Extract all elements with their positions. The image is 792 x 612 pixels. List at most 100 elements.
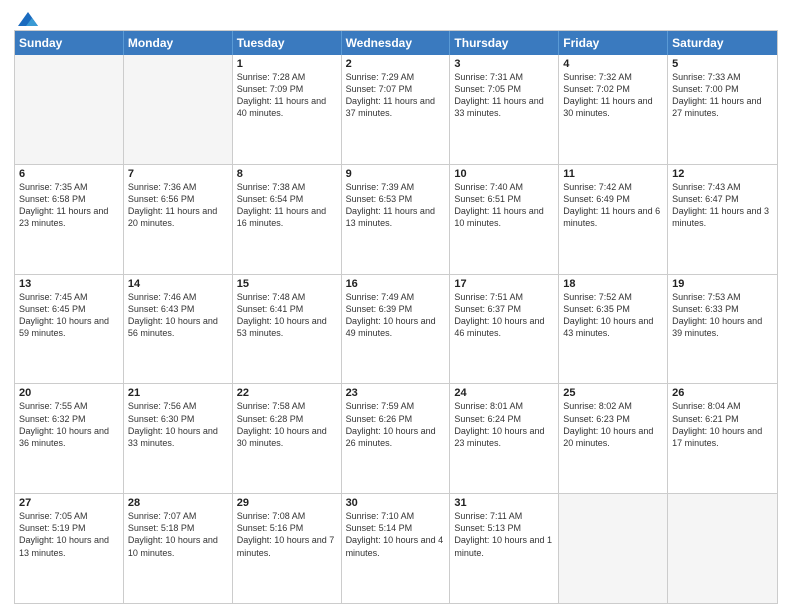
day-cell: 2Sunrise: 7:29 AM Sunset: 7:07 PM Daylig… (342, 55, 451, 164)
day-number: 13 (19, 278, 119, 290)
day-cell: 10Sunrise: 7:40 AM Sunset: 6:51 PM Dayli… (450, 165, 559, 274)
day-cell: 17Sunrise: 7:51 AM Sunset: 6:37 PM Dayli… (450, 275, 559, 384)
day-info: Sunrise: 7:49 AM Sunset: 6:39 PM Dayligh… (346, 291, 446, 340)
day-cell: 18Sunrise: 7:52 AM Sunset: 6:35 PM Dayli… (559, 275, 668, 384)
day-info: Sunrise: 7:07 AM Sunset: 5:18 PM Dayligh… (128, 510, 228, 559)
day-info: Sunrise: 7:33 AM Sunset: 7:00 PM Dayligh… (672, 71, 773, 120)
day-info: Sunrise: 7:32 AM Sunset: 7:02 PM Dayligh… (563, 71, 663, 120)
day-number: 22 (237, 387, 337, 399)
day-number: 12 (672, 168, 773, 180)
day-cell: 30Sunrise: 7:10 AM Sunset: 5:14 PM Dayli… (342, 494, 451, 603)
day-cell (668, 494, 777, 603)
day-name-wednesday: Wednesday (342, 31, 451, 55)
day-info: Sunrise: 7:46 AM Sunset: 6:43 PM Dayligh… (128, 291, 228, 340)
day-cell: 9Sunrise: 7:39 AM Sunset: 6:53 PM Daylig… (342, 165, 451, 274)
day-cell: 12Sunrise: 7:43 AM Sunset: 6:47 PM Dayli… (668, 165, 777, 274)
day-info: Sunrise: 7:52 AM Sunset: 6:35 PM Dayligh… (563, 291, 663, 340)
day-info: Sunrise: 7:28 AM Sunset: 7:09 PM Dayligh… (237, 71, 337, 120)
day-info: Sunrise: 7:08 AM Sunset: 5:16 PM Dayligh… (237, 510, 337, 559)
day-number: 15 (237, 278, 337, 290)
day-number: 4 (563, 58, 663, 70)
day-name-friday: Friday (559, 31, 668, 55)
day-name-saturday: Saturday (668, 31, 777, 55)
day-number: 7 (128, 168, 228, 180)
day-info: Sunrise: 7:35 AM Sunset: 6:58 PM Dayligh… (19, 181, 119, 230)
day-cell: 4Sunrise: 7:32 AM Sunset: 7:02 PM Daylig… (559, 55, 668, 164)
day-number: 21 (128, 387, 228, 399)
day-cell (15, 55, 124, 164)
day-info: Sunrise: 8:02 AM Sunset: 6:23 PM Dayligh… (563, 400, 663, 449)
day-name-monday: Monday (124, 31, 233, 55)
day-info: Sunrise: 7:05 AM Sunset: 5:19 PM Dayligh… (19, 510, 119, 559)
day-info: Sunrise: 7:43 AM Sunset: 6:47 PM Dayligh… (672, 181, 773, 230)
day-number: 27 (19, 497, 119, 509)
day-number: 25 (563, 387, 663, 399)
day-cell: 16Sunrise: 7:49 AM Sunset: 6:39 PM Dayli… (342, 275, 451, 384)
day-info: Sunrise: 7:59 AM Sunset: 6:26 PM Dayligh… (346, 400, 446, 449)
day-cell: 24Sunrise: 8:01 AM Sunset: 6:24 PM Dayli… (450, 384, 559, 493)
day-name-tuesday: Tuesday (233, 31, 342, 55)
day-number: 31 (454, 497, 554, 509)
day-cell: 14Sunrise: 7:46 AM Sunset: 6:43 PM Dayli… (124, 275, 233, 384)
day-cell: 5Sunrise: 7:33 AM Sunset: 7:00 PM Daylig… (668, 55, 777, 164)
calendar-header: SundayMondayTuesdayWednesdayThursdayFrid… (15, 31, 777, 55)
logo-icon (16, 10, 40, 28)
day-info: Sunrise: 7:40 AM Sunset: 6:51 PM Dayligh… (454, 181, 554, 230)
page: SundayMondayTuesdayWednesdayThursdayFrid… (0, 0, 792, 612)
day-cell: 11Sunrise: 7:42 AM Sunset: 6:49 PM Dayli… (559, 165, 668, 274)
week-row-1: 1Sunrise: 7:28 AM Sunset: 7:09 PM Daylig… (15, 55, 777, 165)
day-cell (559, 494, 668, 603)
day-cell: 23Sunrise: 7:59 AM Sunset: 6:26 PM Dayli… (342, 384, 451, 493)
day-cell: 1Sunrise: 7:28 AM Sunset: 7:09 PM Daylig… (233, 55, 342, 164)
day-cell: 29Sunrise: 7:08 AM Sunset: 5:16 PM Dayli… (233, 494, 342, 603)
week-row-3: 13Sunrise: 7:45 AM Sunset: 6:45 PM Dayli… (15, 275, 777, 385)
day-number: 3 (454, 58, 554, 70)
calendar-body: 1Sunrise: 7:28 AM Sunset: 7:09 PM Daylig… (15, 55, 777, 603)
day-number: 23 (346, 387, 446, 399)
day-number: 18 (563, 278, 663, 290)
day-number: 11 (563, 168, 663, 180)
day-info: Sunrise: 7:45 AM Sunset: 6:45 PM Dayligh… (19, 291, 119, 340)
day-info: Sunrise: 7:38 AM Sunset: 6:54 PM Dayligh… (237, 181, 337, 230)
day-number: 2 (346, 58, 446, 70)
day-cell: 31Sunrise: 7:11 AM Sunset: 5:13 PM Dayli… (450, 494, 559, 603)
day-number: 9 (346, 168, 446, 180)
day-info: Sunrise: 7:51 AM Sunset: 6:37 PM Dayligh… (454, 291, 554, 340)
day-number: 29 (237, 497, 337, 509)
day-cell: 13Sunrise: 7:45 AM Sunset: 6:45 PM Dayli… (15, 275, 124, 384)
day-info: Sunrise: 8:04 AM Sunset: 6:21 PM Dayligh… (672, 400, 773, 449)
day-info: Sunrise: 7:31 AM Sunset: 7:05 PM Dayligh… (454, 71, 554, 120)
day-name-sunday: Sunday (15, 31, 124, 55)
day-number: 17 (454, 278, 554, 290)
day-cell (124, 55, 233, 164)
day-info: Sunrise: 7:56 AM Sunset: 6:30 PM Dayligh… (128, 400, 228, 449)
day-number: 19 (672, 278, 773, 290)
day-cell: 27Sunrise: 7:05 AM Sunset: 5:19 PM Dayli… (15, 494, 124, 603)
day-name-thursday: Thursday (450, 31, 559, 55)
day-number: 24 (454, 387, 554, 399)
day-cell: 28Sunrise: 7:07 AM Sunset: 5:18 PM Dayli… (124, 494, 233, 603)
day-number: 10 (454, 168, 554, 180)
day-cell: 3Sunrise: 7:31 AM Sunset: 7:05 PM Daylig… (450, 55, 559, 164)
day-cell: 15Sunrise: 7:48 AM Sunset: 6:41 PM Dayli… (233, 275, 342, 384)
day-cell: 19Sunrise: 7:53 AM Sunset: 6:33 PM Dayli… (668, 275, 777, 384)
day-cell: 6Sunrise: 7:35 AM Sunset: 6:58 PM Daylig… (15, 165, 124, 274)
logo-area (14, 10, 40, 24)
day-cell: 8Sunrise: 7:38 AM Sunset: 6:54 PM Daylig… (233, 165, 342, 274)
day-number: 6 (19, 168, 119, 180)
day-info: Sunrise: 7:10 AM Sunset: 5:14 PM Dayligh… (346, 510, 446, 559)
day-cell: 25Sunrise: 8:02 AM Sunset: 6:23 PM Dayli… (559, 384, 668, 493)
day-cell: 22Sunrise: 7:58 AM Sunset: 6:28 PM Dayli… (233, 384, 342, 493)
day-cell: 7Sunrise: 7:36 AM Sunset: 6:56 PM Daylig… (124, 165, 233, 274)
day-cell: 21Sunrise: 7:56 AM Sunset: 6:30 PM Dayli… (124, 384, 233, 493)
week-row-2: 6Sunrise: 7:35 AM Sunset: 6:58 PM Daylig… (15, 165, 777, 275)
day-number: 26 (672, 387, 773, 399)
day-number: 20 (19, 387, 119, 399)
day-number: 8 (237, 168, 337, 180)
day-number: 1 (237, 58, 337, 70)
day-number: 16 (346, 278, 446, 290)
week-row-4: 20Sunrise: 7:55 AM Sunset: 6:32 PM Dayli… (15, 384, 777, 494)
day-info: Sunrise: 7:55 AM Sunset: 6:32 PM Dayligh… (19, 400, 119, 449)
day-info: Sunrise: 7:36 AM Sunset: 6:56 PM Dayligh… (128, 181, 228, 230)
calendar: SundayMondayTuesdayWednesdayThursdayFrid… (14, 30, 778, 604)
